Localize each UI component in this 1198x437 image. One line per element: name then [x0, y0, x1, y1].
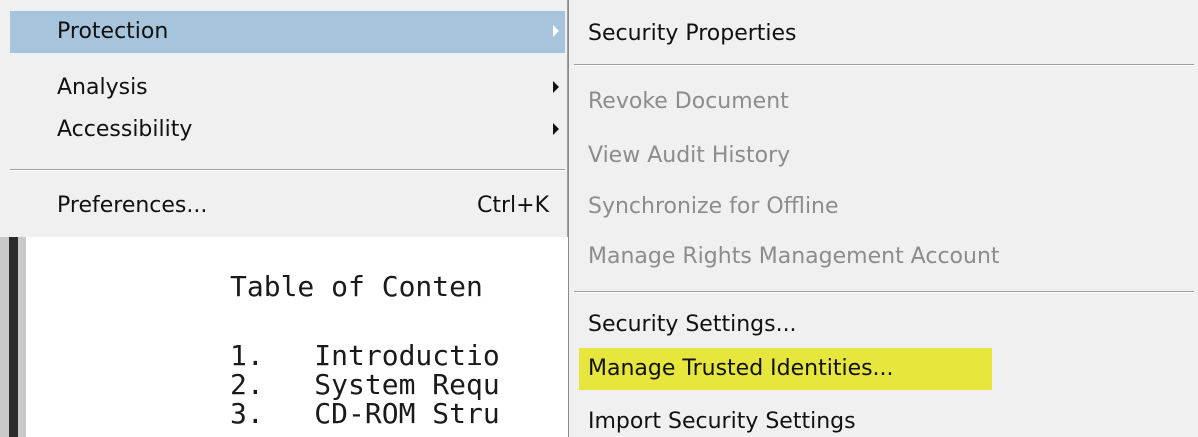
menu-item-shortcut: Ctrl+K	[476, 193, 549, 218]
menu-item-protection[interactable]: Protection	[10, 11, 565, 53]
menu-separator	[10, 169, 565, 171]
menu-separator	[574, 64, 1194, 66]
submenu-item-label: Manage Rights Management Account	[588, 244, 1000, 269]
submenu-item-security-settings[interactable]: Security Settings...	[579, 304, 993, 346]
submenu-item-label: Manage Trusted Identities...	[588, 356, 894, 381]
document-toc-row: 1. Introductio	[230, 339, 500, 372]
submenu-item-import-security-settings[interactable]: Import Security Settings	[579, 401, 993, 437]
menu-item-label: Protection	[57, 19, 169, 44]
submenu-item-label: Import Security Settings	[588, 409, 856, 434]
submenu-arrow-icon	[553, 81, 559, 93]
submenu-item-manage-trusted-identities[interactable]: Manage Trusted Identities...	[579, 348, 992, 390]
menu-item-preferences[interactable]: Preferences... Ctrl+K	[10, 185, 565, 227]
menu-item-label: Accessibility	[57, 117, 193, 142]
document-frame	[0, 237, 26, 437]
document-page: Table of Conten 1. Introductio 2. System…	[0, 237, 570, 437]
document-toc-row: 2. System Requ	[230, 368, 500, 401]
document-heading: Table of Conten	[230, 270, 483, 303]
submenu-item-manage-rights-account: Manage Rights Management Account	[579, 236, 1000, 278]
submenu-item-label: Security Settings...	[588, 312, 797, 337]
document-toc-row: 3. CD-ROM Stru	[230, 397, 500, 430]
submenu-item-label: Security Properties	[588, 21, 797, 46]
menu-separator	[574, 291, 1194, 293]
menu-item-label: Preferences...	[57, 193, 208, 218]
submenu-item-label: View Audit History	[588, 143, 791, 168]
menu-item-label: Analysis	[57, 75, 148, 100]
protection-submenu: Security Properties Revoke Document View…	[568, 0, 1198, 437]
menu-item-accessibility[interactable]: Accessibility	[10, 109, 565, 151]
submenu-arrow-icon	[553, 25, 559, 37]
menu-item-analysis[interactable]: Analysis	[10, 67, 565, 109]
submenu-arrow-icon	[553, 123, 559, 135]
edit-menu-dropdown: Protection Analysis Accessibility Prefer…	[0, 0, 568, 237]
submenu-item-label: Revoke Document	[588, 89, 789, 114]
submenu-item-revoke-document: Revoke Document	[579, 81, 993, 123]
submenu-item-view-audit-history: View Audit History	[579, 135, 993, 177]
screen: Table of Conten 1. Introductio 2. System…	[0, 0, 1198, 437]
submenu-item-security-properties[interactable]: Security Properties	[579, 13, 993, 55]
submenu-item-synchronize-offline: Synchronize for Offline	[579, 186, 993, 228]
document-frame-bar	[9, 237, 18, 437]
submenu-item-label: Synchronize for Offline	[588, 194, 839, 219]
